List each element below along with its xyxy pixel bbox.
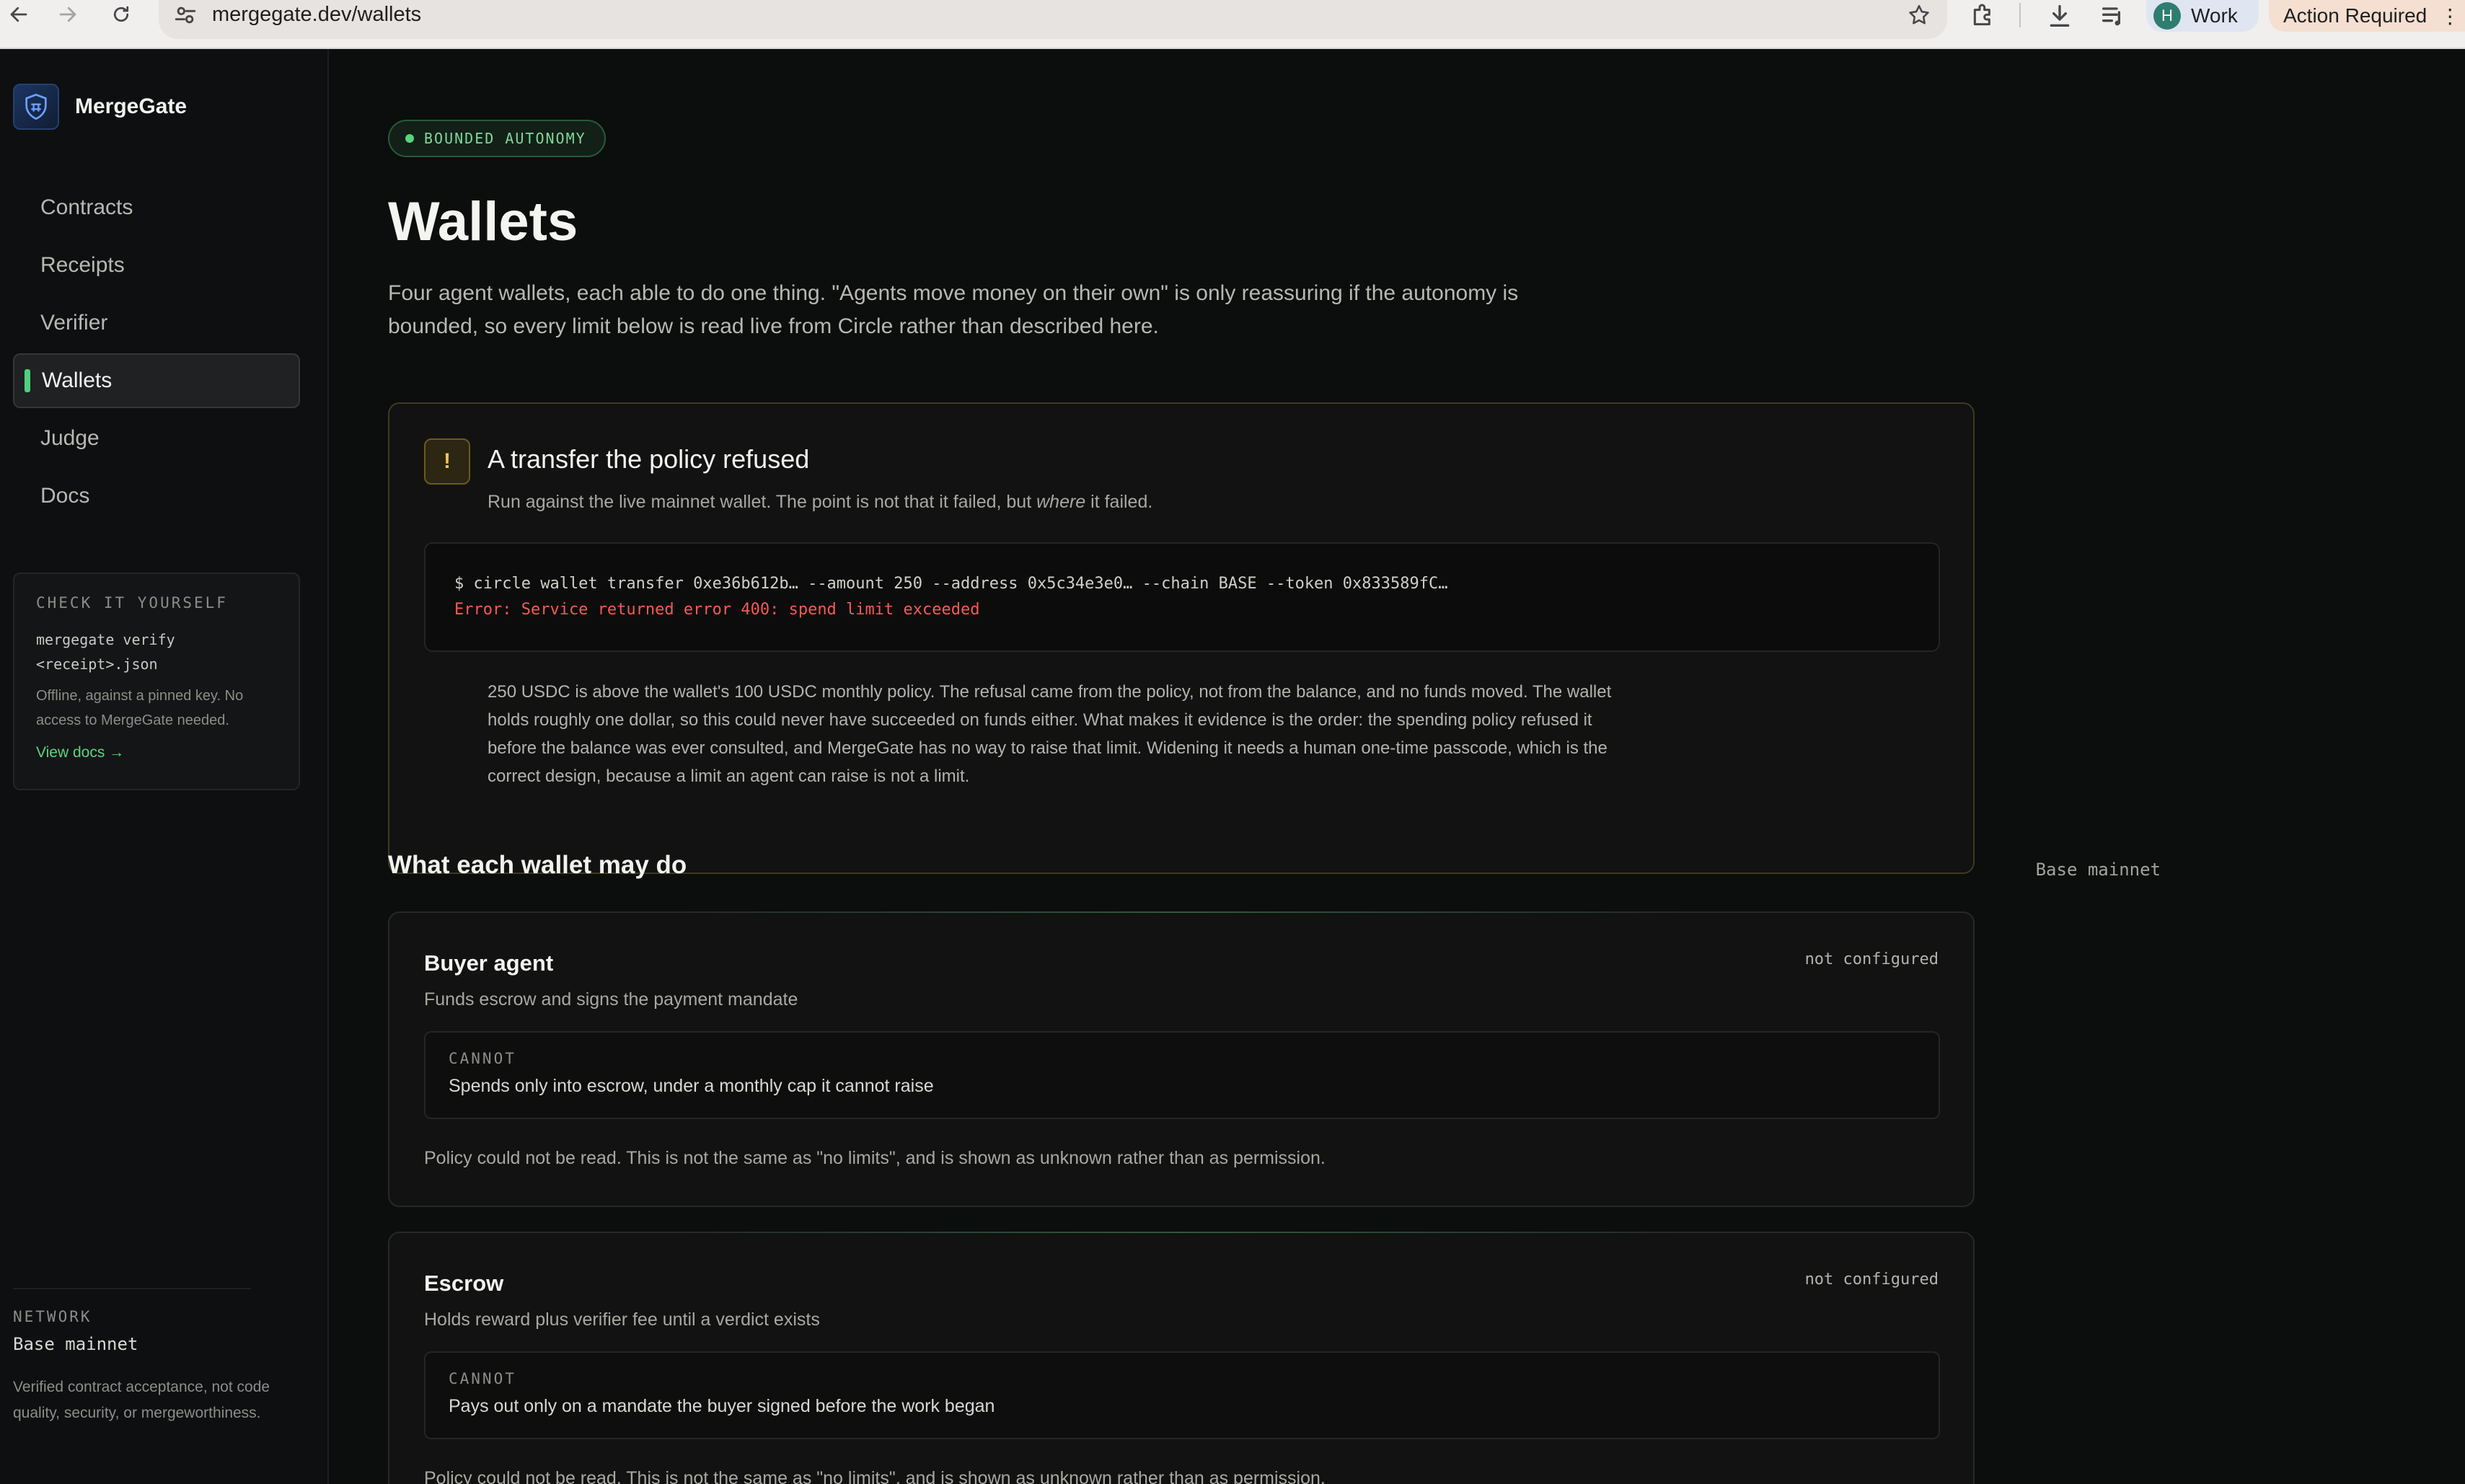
reload-icon[interactable] xyxy=(105,0,137,29)
action-required-label: Action Required xyxy=(2283,4,2427,27)
media-controls-icon[interactable] xyxy=(2099,1,2127,30)
avatar: H xyxy=(2153,2,2181,30)
action-required-button[interactable]: Action Required ⋮ xyxy=(2269,0,2465,32)
bookmark-star-icon[interactable] xyxy=(1907,3,1931,27)
wallet-description: Holds reward plus verifier fee until a v… xyxy=(424,1309,820,1330)
download-icon[interactable] xyxy=(2045,1,2074,30)
disclaimer-text: Verified contract acceptance, not code q… xyxy=(13,1379,270,1421)
refused-transfer-card: ! A transfer the policy refused Run agai… xyxy=(388,402,1975,874)
terminal-command: $ circle wallet transfer 0xe36b612b… --a… xyxy=(454,575,1448,593)
refused-explanation: 250 USDC is above the wallet's 100 USDC … xyxy=(488,682,1612,786)
status-dot-icon xyxy=(405,134,414,143)
kebab-menu-icon[interactable]: ⋮ xyxy=(2440,4,2460,28)
sidebar-item-judge[interactable]: Judge xyxy=(13,411,300,466)
verify-command-line-1: mergegate verify xyxy=(36,631,175,648)
extensions-icon[interactable] xyxy=(1969,1,1998,30)
cannot-label: CANNOT xyxy=(449,1370,516,1387)
refused-subtitle-end: it failed. xyxy=(1085,492,1153,512)
network-value: Base mainnet xyxy=(13,1334,138,1354)
wallet-status: not configured xyxy=(1804,950,1939,968)
badge-label: BOUNDED AUTONOMY xyxy=(424,130,586,147)
verify-command: mergegate verify <receipt>.json xyxy=(36,627,277,676)
wallet-name: Buyer agent xyxy=(424,950,554,976)
sidebar-item-docs[interactable]: Docs xyxy=(13,469,300,524)
cannot-label: CANNOT xyxy=(449,1050,516,1067)
check-card-heading: CHECK IT YOURSELF xyxy=(36,594,228,611)
wallet-cannot-box: CANNOT Spends only into escrow, under a … xyxy=(424,1031,1940,1119)
wallet-status: not configured xyxy=(1804,1271,1939,1289)
section-network: Base mainnet xyxy=(2035,860,2161,880)
url-text[interactable]: mergegate.dev/wallets xyxy=(212,0,421,29)
terminal-output: $ circle wallet transfer 0xe36b612b… --a… xyxy=(424,542,1940,652)
toolbar-divider xyxy=(2019,3,2021,27)
back-icon[interactable] xyxy=(3,0,35,29)
refused-subtitle-start: Run against the live mainnet wallet. The… xyxy=(488,492,1037,512)
address-bar[interactable]: mergegate.dev/wallets xyxy=(159,0,1947,39)
browser-toolbar: mergegate.dev/wallets H Work Action Requ… xyxy=(0,0,2465,49)
verify-command-line-2: <receipt>.json xyxy=(36,655,158,673)
page-description: Four agent wallets, each able to do one … xyxy=(388,281,1519,338)
wallet-name: Escrow xyxy=(424,1271,504,1296)
site-settings-icon[interactable] xyxy=(173,3,198,27)
warning-icon: ! xyxy=(424,438,470,485)
forward-icon[interactable] xyxy=(52,0,84,29)
cannot-text: Spends only into escrow, under a monthly… xyxy=(449,1076,934,1096)
wallet-cannot-box: CANNOT Pays out only on a mandate the bu… xyxy=(424,1351,1940,1439)
profile-button[interactable]: H Work xyxy=(2146,0,2259,32)
sidebar-divider xyxy=(13,1288,251,1289)
check-it-yourself-card: CHECK IT YOURSELF mergegate verify <rece… xyxy=(13,573,300,790)
cannot-text: Pays out only on a mandate the buyer sig… xyxy=(449,1396,995,1416)
main-content: BOUNDED AUTONOMY Wallets Four agent wall… xyxy=(330,49,2465,1484)
terminal-error: Error: Service returned error 400: spend… xyxy=(454,601,980,619)
wallet-description: Funds escrow and signs the payment manda… xyxy=(424,989,798,1010)
refused-title: A transfer the policy refused xyxy=(488,444,810,474)
sidebar-item-verifier[interactable]: Verifier xyxy=(13,296,300,350)
wallet-policy-note: Policy could not be read. This is not th… xyxy=(424,1468,1326,1484)
refused-subtitle: Run against the live mainnet wallet. The… xyxy=(488,492,1152,513)
wallet-policy-note: Policy could not be read. This is not th… xyxy=(424,1148,1326,1168)
sidebar-item-receipts[interactable]: Receipts xyxy=(13,238,300,293)
profile-label: Work xyxy=(2191,4,2238,27)
wallet-card-escrow: Escrow not configured Holds reward plus … xyxy=(388,1232,1975,1484)
brand[interactable]: MergeGate xyxy=(13,84,187,130)
page-title: Wallets xyxy=(388,191,578,252)
sidebar: MergeGate Contracts Receipts Verifier Wa… xyxy=(0,49,329,1484)
view-docs-link[interactable]: View docs → xyxy=(36,744,277,761)
network-label: NETWORK xyxy=(13,1308,92,1325)
mergegate-logo-icon xyxy=(13,84,59,130)
brand-name: MergeGate xyxy=(75,94,188,118)
bounded-autonomy-badge: BOUNDED AUTONOMY xyxy=(388,120,606,157)
sidebar-item-wallets[interactable]: Wallets xyxy=(13,353,300,408)
refused-subtitle-emphasis: where xyxy=(1036,492,1086,512)
wallet-card-buyer-agent: Buyer agent not configured Funds escrow … xyxy=(388,911,1975,1207)
sidebar-nav: Contracts Receipts Verifier Wallets Judg… xyxy=(13,180,300,526)
sidebar-item-contracts[interactable]: Contracts xyxy=(13,180,300,235)
section-title: What each wallet may do xyxy=(388,851,687,879)
check-card-description: Offline, against a pinned key. No access… xyxy=(36,688,244,728)
